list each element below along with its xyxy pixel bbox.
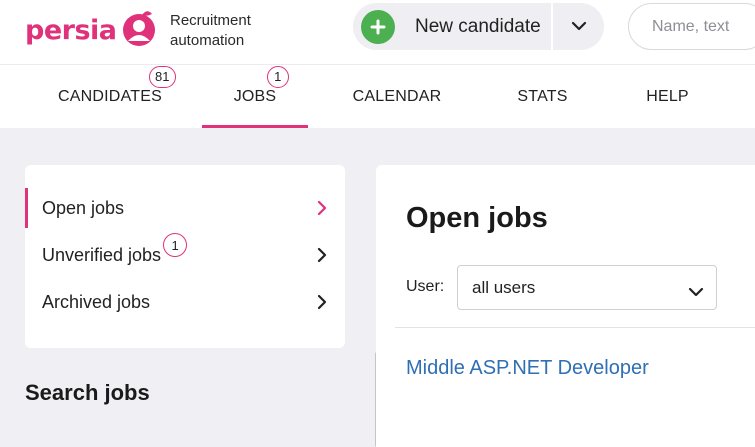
chevron-right-icon	[317, 294, 327, 315]
candidates-count-badge: 81	[149, 65, 176, 88]
main-nav: CANDIDATES 81 JOBS 1 CALENDAR STATS HELP	[0, 64, 755, 128]
new-candidate-dropdown[interactable]	[553, 3, 604, 50]
tab-candidates[interactable]: CANDIDATES 81	[35, 65, 185, 128]
tab-label: JOBS	[233, 87, 277, 105]
job-link[interactable]: Middle ASP.NET Developer	[406, 357, 649, 380]
page-title: Open jobs	[406, 202, 548, 234]
search-jobs-heading: Search jobs	[25, 380, 150, 405]
sidebar-item-unverified-jobs[interactable]: Unverified jobs 1	[25, 233, 345, 275]
tagline-line1: Recruitment	[170, 12, 251, 29]
sidebar-item-label: Unverified jobs	[42, 244, 162, 265]
chevron-right-icon	[317, 200, 327, 221]
tab-help[interactable]: HELP	[630, 65, 705, 128]
user-filter-select[interactable]: all users	[457, 265, 717, 310]
tagline: Recruitment automation	[170, 11, 251, 51]
tab-label: CALENDAR	[352, 87, 442, 105]
tab-label: HELP	[646, 87, 689, 105]
user-filter-label: User:	[406, 278, 445, 295]
tab-label: STATS	[517, 87, 568, 105]
tab-label: CANDIDATES	[58, 87, 162, 105]
chevron-down-icon	[571, 18, 587, 36]
tab-jobs[interactable]: JOBS 1	[202, 65, 308, 128]
jobs-count-badge: 1	[266, 65, 289, 88]
sidebar-item-open-jobs[interactable]: Open jobs	[25, 188, 345, 228]
top-bar: persia Recruitment automation New candid…	[0, 0, 755, 64]
search-input[interactable]	[628, 3, 755, 50]
new-candidate-control: New candidate	[353, 3, 604, 50]
open-jobs-panel: Open jobs User: all users Middle ASP.NET…	[376, 165, 755, 447]
sidebar-item-label: Archived jobs	[42, 291, 151, 312]
chevron-right-icon	[317, 247, 327, 268]
chevron-down-icon	[688, 282, 704, 302]
tagline-line2: automation	[170, 32, 245, 49]
logo-text: persia	[25, 15, 117, 46]
person-icon	[119, 8, 159, 53]
sidebar-item-label: Open jobs	[42, 197, 125, 218]
unverified-count-badge: 1	[163, 233, 188, 257]
logo[interactable]: persia	[25, 8, 159, 53]
plus-icon	[361, 9, 395, 44]
new-candidate-button[interactable]: New candidate	[353, 3, 553, 50]
user-filter-value: all users	[472, 277, 536, 297]
tab-stats[interactable]: STATS	[500, 65, 585, 128]
jobs-sidebar-menu: Open jobs Unverified jobs 1 Archived job…	[25, 165, 345, 348]
sidebar-item-archived-jobs[interactable]: Archived jobs	[25, 282, 345, 322]
divider	[395, 327, 755, 328]
tab-calendar[interactable]: CALENDAR	[340, 65, 454, 128]
new-candidate-label: New candidate	[415, 15, 541, 37]
